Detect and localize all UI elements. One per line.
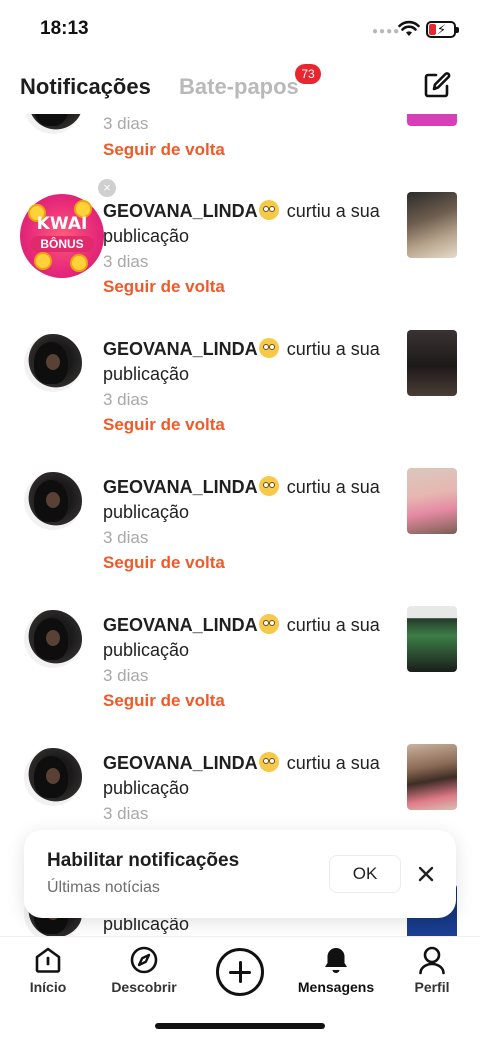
ok-button[interactable]: OK [329, 855, 401, 893]
nav-home[interactable]: Início [3, 945, 93, 995]
notification-text: GEOVANA_LINDA curtiu a sua publicação [103, 200, 380, 246]
status-time: 18:13 [40, 18, 89, 39]
username[interactable]: GEOVANA_LINDA [103, 753, 258, 773]
post-thumbnail[interactable] [407, 192, 457, 258]
list-item[interactable]: GEOVANA_LINDA curtiu a sua publicação 3 … [0, 468, 480, 608]
username[interactable]: GEOVANA_LINDA [103, 339, 258, 359]
follow-back-button[interactable]: Seguir de volta [103, 277, 225, 297]
post-thumbnail[interactable] [407, 114, 457, 126]
home-indicator[interactable] [155, 1023, 325, 1029]
nav-discover[interactable]: Descobrir [99, 945, 189, 995]
kwai-bonus-avatar[interactable]: KWAI BÔNUS [20, 194, 104, 278]
avatar[interactable] [24, 610, 82, 668]
nav-messages[interactable]: Mensagens [291, 945, 381, 995]
notification-text: GEOVANA_LINDA curtiu a sua publicação [103, 476, 380, 522]
tab-chats[interactable]: Bate-papos [179, 74, 299, 100]
list-item[interactable]: GEOVANA_LINDA curtiu a sua publicação 3 … [0, 606, 480, 746]
rolling-eyes-emoji-icon [258, 614, 279, 634]
rolling-eyes-emoji-icon [258, 752, 279, 772]
username[interactable]: GEOVANA_LINDA [103, 477, 258, 497]
post-thumbnail[interactable] [407, 606, 457, 672]
nav-label-home: Início [29, 979, 67, 995]
toast-subtitle: Últimas notícias [47, 879, 160, 896]
avatar[interactable] [24, 334, 82, 392]
notification-time: 3 dias [103, 114, 149, 133]
notification-text: GEOVANA_LINDA curtiu a sua publicação [103, 338, 380, 384]
follow-back-button[interactable]: Seguir de volta [103, 415, 225, 435]
avatar[interactable] [24, 472, 82, 530]
tab-notifications[interactable]: Notificações [20, 74, 151, 100]
bell-icon [325, 948, 347, 973]
avatar[interactable] [24, 748, 82, 806]
post-thumbnail[interactable] [407, 468, 457, 534]
nav-label-profile: Perfil [414, 979, 450, 995]
kwai-bonus-sublabel: BÔNUS [30, 236, 94, 252]
create-post-plus-icon[interactable] [216, 948, 264, 996]
close-icon[interactable] [416, 864, 436, 884]
notification-time: 3 dias [103, 666, 149, 685]
rolling-eyes-emoji-icon [258, 200, 279, 220]
follow-back-button[interactable]: Seguir de volta [103, 553, 225, 573]
rolling-eyes-emoji-icon [258, 338, 279, 358]
enable-notifications-toast: Habilitar notificações Últimas notícias … [24, 830, 456, 918]
chats-badge: 73 [295, 64, 321, 84]
rolling-eyes-emoji-icon [258, 476, 279, 496]
person-icon [419, 946, 445, 975]
toast-title: Habilitar notificações [47, 850, 240, 871]
follow-back-button[interactable]: Seguir de volta [103, 140, 225, 160]
notification-time: 3 dias [103, 390, 149, 409]
notification-time: 3 dias [103, 804, 149, 823]
home-icon [35, 947, 61, 973]
nav-label-messages: Mensagens [297, 979, 375, 995]
kwai-bonus-label: KWAI [36, 214, 88, 234]
wifi-icon [398, 20, 420, 36]
compose-icon[interactable] [420, 68, 454, 102]
notification-time: 3 dias [103, 252, 149, 271]
list-item[interactable]: GEOVANA_LINDA curtiu a sua publicação 3 … [0, 330, 480, 470]
username[interactable]: GEOVANA_LINDA [103, 201, 258, 221]
post-thumbnail[interactable] [407, 330, 457, 396]
notification-list[interactable]: 3 dias Seguir de volta KWAI BÔNUS × GEOV… [0, 114, 480, 936]
compass-icon [130, 946, 158, 974]
username[interactable]: GEOVANA_LINDA [103, 615, 258, 635]
signal-dots-icon: ●●●● [372, 26, 401, 37]
notification-text: GEOVANA_LINDA curtiu a sua publicação [103, 752, 380, 798]
post-thumbnail[interactable] [407, 744, 457, 810]
nav-label-discover: Descobrir [111, 979, 177, 995]
battery-icon: ⚡ [426, 21, 459, 38]
notification-text: GEOVANA_LINDA curtiu a sua publicação [103, 614, 380, 660]
avatar[interactable] [24, 114, 82, 134]
nav-profile[interactable]: Perfil [387, 945, 477, 995]
close-icon[interactable]: × [98, 179, 116, 197]
top-tabs: Notificações Bate-papos 73 [0, 60, 480, 114]
status-bar: 18:13 ●●●● ⚡ [0, 0, 480, 60]
notification-time: 3 dias [103, 528, 149, 547]
list-item[interactable]: KWAI BÔNUS × GEOVANA_LINDA curtiu a sua … [0, 179, 480, 332]
follow-back-button[interactable]: Seguir de volta [103, 691, 225, 711]
